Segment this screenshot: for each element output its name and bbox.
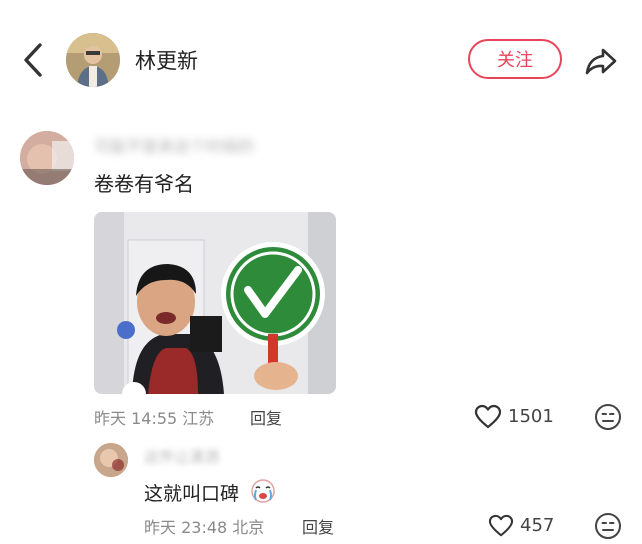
reply-avatar[interactable] <box>94 443 128 477</box>
reply-text: 这就叫口碑 <box>144 483 240 505</box>
avatar-image <box>20 131 74 185</box>
like-count: 1501 <box>508 406 554 427</box>
reply-like-button[interactable] <box>488 514 514 538</box>
share-button[interactable] <box>583 43 619 79</box>
heart-icon <box>488 514 514 537</box>
reply-reply-button[interactable]: 回复 <box>302 514 334 538</box>
comment-meta: 昨天 14:55 江苏 <box>94 409 215 428</box>
profile-avatar[interactable] <box>66 33 120 87</box>
image-content <box>94 212 336 394</box>
like-button[interactable] <box>474 404 502 430</box>
avatar-image <box>94 443 128 477</box>
crying-emoji <box>250 478 276 504</box>
follow-button[interactable]: 关注 <box>468 39 562 79</box>
page-title: 林更新 <box>135 49 198 73</box>
share-icon <box>585 48 617 75</box>
emoji-react-button[interactable] <box>594 403 622 431</box>
heart-icon <box>474 404 502 429</box>
reply-username[interactable]: 这件让潇洒 <box>144 446 254 468</box>
commenter-username[interactable]: 可能不是来这个时候的 <box>94 133 264 157</box>
comment-text: 卷卷有爷名 <box>94 172 194 196</box>
reply-button[interactable]: 回复 <box>250 405 282 429</box>
back-icon <box>24 43 42 77</box>
reply-like-count: 457 <box>520 515 555 536</box>
commenter-avatar[interactable] <box>20 131 74 185</box>
back-button[interactable] <box>14 40 54 80</box>
comment-image[interactable] <box>94 212 336 394</box>
avatar-image <box>66 33 120 87</box>
crying-emoji-icon <box>251 479 275 503</box>
emoji-icon <box>595 404 621 430</box>
reply-meta: 昨天 23:48 北京 <box>144 518 265 537</box>
